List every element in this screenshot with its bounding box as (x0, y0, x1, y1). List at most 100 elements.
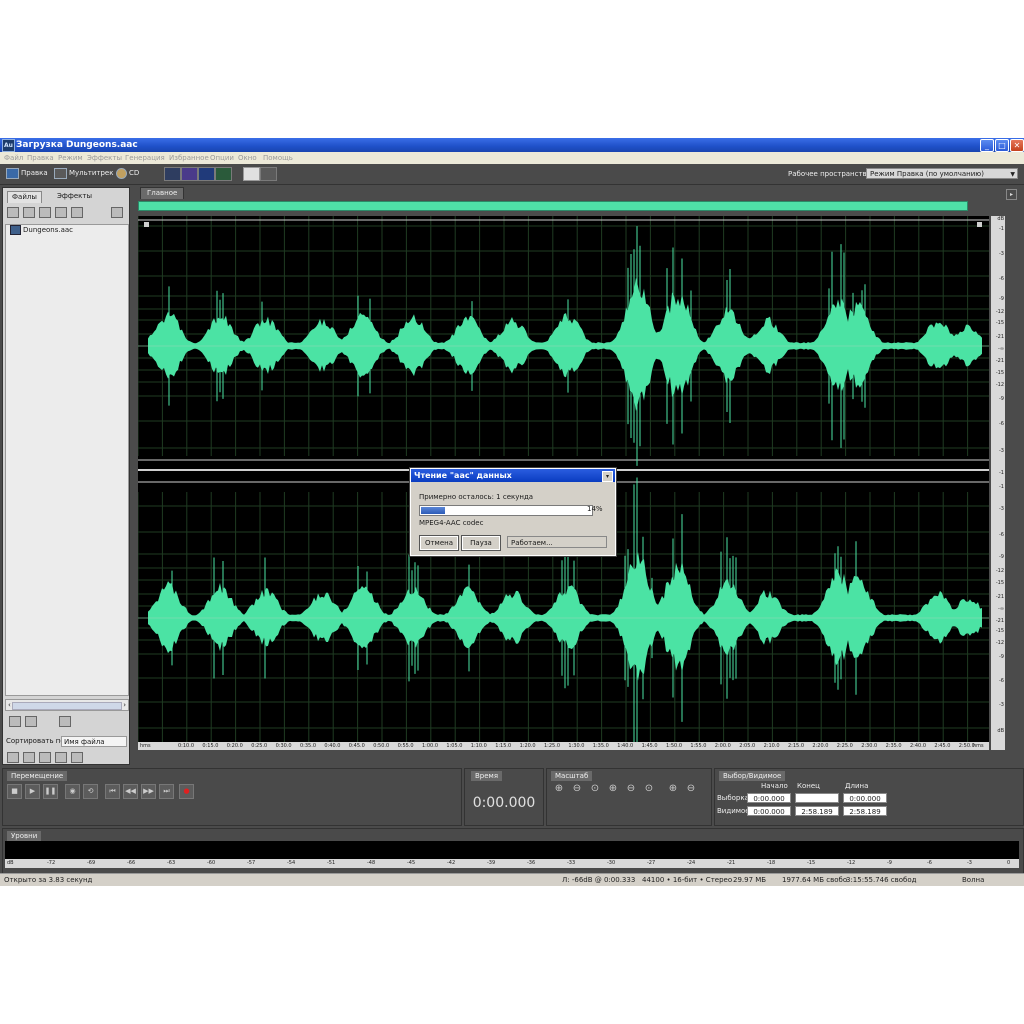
waveform-view-icon[interactable] (164, 167, 181, 181)
time-tick-label: 0:50.0 (373, 743, 390, 749)
view-icon-1[interactable] (7, 752, 19, 763)
go-to-start-button[interactable]: ⏮ (105, 784, 120, 799)
edit-file-icon[interactable] (39, 207, 51, 218)
view-icon-4[interactable] (55, 752, 67, 763)
scrollbar-thumb[interactable] (12, 702, 122, 710)
play-file-icon[interactable] (9, 716, 21, 727)
dialog-status: Работаем... (507, 536, 607, 548)
menu-file[interactable]: Файл (4, 152, 23, 164)
time-tick-label: 2:10.0 (763, 743, 780, 749)
sort-select[interactable]: Имя файла (61, 736, 127, 747)
menu-help[interactable]: Помощь (263, 152, 293, 164)
multitrack-view-button[interactable]: Мультитрек (54, 167, 113, 180)
tab-transport[interactable]: Перемещение (7, 771, 68, 781)
time-tick-label: 1:20.0 (519, 743, 536, 749)
db-tick-label: -21 (995, 358, 1004, 364)
transport-panel: Перемещение ■ ▶ ❚❚ ◉ ⟲ ⏮ ◀◀ ▶▶ ⏭ ● (2, 768, 462, 826)
rewind-button[interactable]: ◀◀ (123, 784, 138, 799)
import-icon[interactable] (7, 207, 19, 218)
minimize-button[interactable]: _ (980, 139, 994, 152)
workspace-select[interactable]: Режим Правка (по умолчанию) ▼ (866, 168, 1018, 179)
tab-levels[interactable]: Уровни (7, 831, 42, 841)
edit-view-button[interactable]: Правка (6, 167, 48, 180)
time-tick-label: 2:30.0 (861, 743, 878, 749)
zoom-full-icon[interactable]: ⊙ (589, 783, 601, 795)
cancel-button[interactable]: Отмена (419, 535, 459, 551)
panel-options-icon[interactable]: ▸ (1006, 189, 1017, 200)
tab-effects[interactable]: Эффекты (53, 191, 96, 202)
tab-files[interactable]: Файлы (7, 191, 42, 203)
loop-icon[interactable] (25, 716, 37, 727)
view-icon-2[interactable] (23, 752, 35, 763)
view-length-field[interactable]: 2:58.189 (843, 806, 887, 816)
tab-selection-view[interactable]: Выбор/Видимое (719, 771, 786, 781)
menu-edit[interactable]: Правка (27, 152, 54, 164)
close-file-icon[interactable] (23, 207, 35, 218)
play-button[interactable]: ▶ (25, 784, 40, 799)
volume-icon[interactable] (59, 716, 71, 727)
pause-button[interactable]: ❚❚ (43, 784, 58, 799)
zoom-out-vertical-icon[interactable]: ⊖ (685, 783, 697, 795)
zoom-in-vertical-icon[interactable]: ⊕ (667, 783, 679, 795)
time-tick-label: 1:25.0 (544, 743, 560, 749)
fast-forward-button[interactable]: ▶▶ (141, 784, 156, 799)
list-item[interactable]: Dungeons.aac (6, 225, 128, 236)
spectral-pan-icon[interactable] (198, 167, 215, 181)
time-tick-label: 0:10.0 (178, 743, 194, 749)
insert-cd-icon[interactable] (71, 207, 83, 218)
horizontal-scrollbar[interactable]: ‹ › (5, 699, 129, 711)
zoom-right-edge-icon[interactable]: ⊙ (643, 783, 655, 795)
zoom-in-horizontal-icon[interactable]: ⊕ (553, 783, 565, 795)
view-start-field[interactable]: 0:00.000 (747, 806, 791, 816)
zoom-out-horizontal-icon[interactable]: ⊖ (571, 783, 583, 795)
view-end-field[interactable]: 2:58.189 (795, 806, 839, 816)
scroll-right-icon[interactable]: › (123, 701, 126, 709)
status-free-time: 3:15:55.746 свобод (846, 876, 917, 884)
waveform-overview-bar[interactable] (138, 201, 968, 211)
db-tick-label: -21 (995, 334, 1004, 340)
play-to-end-button[interactable]: ◉ (65, 784, 80, 799)
cd-view-button[interactable]: CD (116, 167, 139, 180)
level-tick-label: -33 (567, 860, 576, 866)
time-selection-tool-icon[interactable] (243, 167, 260, 181)
selection-length-field[interactable]: 0:00.000 (843, 793, 887, 803)
scroll-left-icon[interactable]: ‹ (8, 701, 11, 709)
menu-favorites[interactable]: Избранное (169, 152, 209, 164)
zoom-selection-icon[interactable]: ⊕ (607, 783, 619, 795)
spectral-view-icon[interactable] (181, 167, 198, 181)
selection-end-field[interactable] (795, 793, 839, 803)
pause-button[interactable]: Пауза (461, 535, 501, 551)
menu-options[interactable]: Опции (210, 152, 234, 164)
stop-button[interactable]: ■ (7, 784, 22, 799)
dialog-menu-icon[interactable]: ▾ (602, 471, 613, 482)
tab-zoom[interactable]: Масштаб (551, 771, 593, 781)
tab-time[interactable]: Время (471, 771, 503, 781)
dialog-title: Чтение "aac" данных (411, 469, 615, 482)
loop-play-button[interactable]: ⟲ (83, 784, 98, 799)
row-selection-label: Выборка (717, 794, 749, 802)
audio-file-icon (10, 225, 21, 235)
selection-start-field[interactable]: 0:00.000 (747, 793, 791, 803)
record-button[interactable]: ● (179, 784, 194, 799)
menu-effects[interactable]: Эффекты (87, 152, 122, 164)
panel-options-icon[interactable] (111, 207, 123, 218)
menu-generate[interactable]: Генерация (125, 152, 165, 164)
insert-multitrack-icon[interactable] (55, 207, 67, 218)
maximize-button[interactable]: □ (995, 139, 1009, 152)
menu-window[interactable]: Окно (238, 152, 257, 164)
menu-view[interactable]: Режим (58, 152, 83, 164)
time-tick-label: 2:05.0 (739, 743, 756, 749)
marquee-tool-icon[interactable] (260, 167, 277, 181)
spectral-phase-icon[interactable] (215, 167, 232, 181)
time-tick-label: 2:35.0 (885, 743, 902, 749)
zoom-left-edge-icon[interactable]: ⊖ (625, 783, 637, 795)
time-tick-label: 1:30.0 (568, 743, 585, 749)
go-to-end-button[interactable]: ⏭ (159, 784, 174, 799)
view-icon-5[interactable] (71, 752, 83, 763)
file-list[interactable]: Dungeons.aac (5, 224, 129, 696)
db-tick-label: -15 (995, 580, 1004, 586)
tab-main[interactable]: Главное (140, 187, 185, 199)
close-button[interactable]: ✕ (1010, 139, 1024, 152)
view-icon-3[interactable] (39, 752, 51, 763)
level-tick-label: -18 (767, 860, 776, 866)
